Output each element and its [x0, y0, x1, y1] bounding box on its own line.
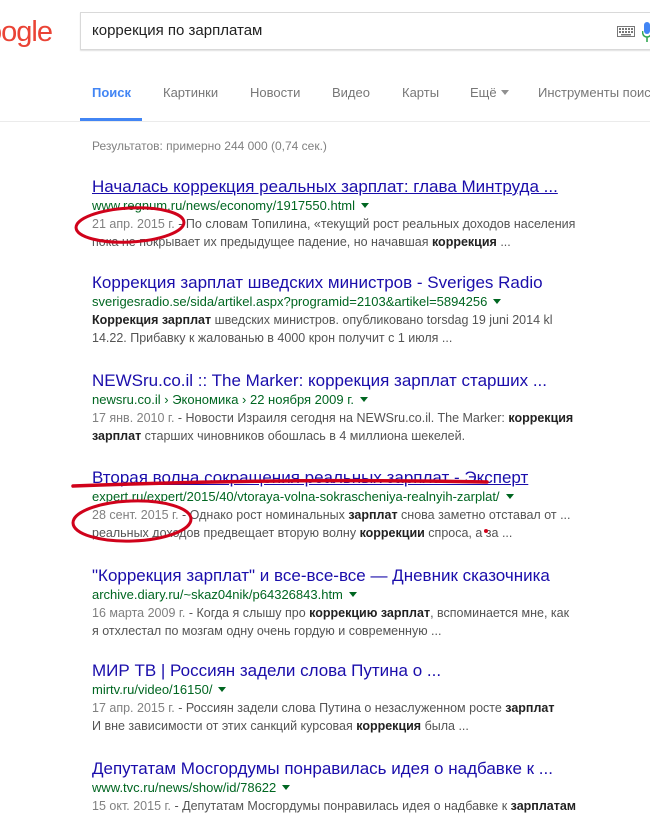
- result-snippet: 28 сент. 2015 г. - Однако рост номинальн…: [92, 506, 612, 542]
- search-tabs: Поиск Картинки Новости Видео Карты Ещё И…: [0, 62, 650, 122]
- tab-search[interactable]: Поиск: [92, 85, 131, 100]
- result-url-text: www.regnum.ru/news/economy/1917550.html: [92, 198, 356, 213]
- snippet-text: - По словам Топилина, «текущий рост реал…: [174, 217, 576, 231]
- snippet-highlight: зарплат: [92, 429, 142, 443]
- result-item: "Коррекция зарплат" и все-все-все — Днев…: [92, 566, 650, 640]
- snippet-text: снова заметно отставал от ...: [397, 508, 571, 522]
- snippet-highlight: зарплатам: [510, 799, 577, 813]
- result-title-link[interactable]: Началась коррекция реальных зарплат: гла…: [92, 177, 650, 197]
- result-date: 17 апр. 2015 г.: [92, 701, 175, 715]
- snippet-highlight: коррекция: [356, 719, 422, 733]
- snippet-highlight: коррекция: [508, 411, 574, 425]
- snippet-text: ...: [496, 235, 511, 249]
- logo-text: oogle: [0, 16, 53, 48]
- result-url: www.regnum.ru/news/economy/1917550.html: [92, 197, 650, 215]
- snippet-text: реальных доходов предвещает вторую волну: [92, 526, 360, 540]
- result-snippet: Коррекция зарплат шведских министров. оп…: [92, 311, 612, 347]
- active-tab-indicator: [80, 118, 142, 121]
- tab-tools[interactable]: Инструменты поис: [538, 85, 650, 100]
- result-date: 21 апр. 2015 г.: [92, 217, 175, 231]
- tab-news[interactable]: Новости: [250, 85, 300, 100]
- result-url-text: archive.diary.ru/~skaz04nik/p64326843.ht…: [92, 587, 343, 602]
- snippet-text: шведских министров. опубликовано torsdag…: [211, 313, 553, 327]
- header: oogle: [0, 0, 650, 62]
- result-url: newsru.co.il › Экономика › 22 ноября 200…: [92, 391, 650, 409]
- snippet-text: была ...: [421, 719, 469, 733]
- result-url: www.tvc.ru/news/show/id/78622: [92, 779, 650, 797]
- url-menu-caret-icon[interactable]: [361, 203, 370, 208]
- result-url: expert.ru/expert/2015/40/vtoraya-volna-s…: [92, 488, 650, 506]
- snippet-highlight: зарплат: [348, 508, 398, 522]
- result-title-link[interactable]: "Коррекция зарплат" и все-все-все — Днев…: [92, 566, 650, 586]
- result-url-text: www.tvc.ru/news/show/id/78622: [92, 780, 277, 795]
- result-url: sverigesradio.se/sida/artikel.aspx?progr…: [92, 293, 650, 311]
- result-snippet: 15 окт. 2015 г. - Депутатам Мосгордумы п…: [92, 797, 612, 815]
- snippet-text: - Новости Израиля сегодня на NEWSru.co.i…: [174, 411, 509, 425]
- snippet-text: старших чиновников обошлась в 4 миллиона…: [141, 429, 466, 443]
- result-title-link[interactable]: Коррекция зарплат шведских министров - S…: [92, 273, 650, 293]
- snippet-text: - Депутатам Мосгордумы понравилась идея …: [171, 799, 511, 813]
- result-snippet: 17 апр. 2015 г. - Россиян задели слова П…: [92, 699, 612, 735]
- result-item: Коррекция зарплат шведских министров - S…: [92, 273, 650, 347]
- url-menu-caret-icon[interactable]: [348, 592, 357, 597]
- result-snippet: 21 апр. 2015 г. - По словам Топилина, «т…: [92, 215, 612, 251]
- snippet-highlight: Коррекция зарплат: [92, 313, 212, 327]
- result-url: mirtv.ru/video/16150/: [92, 681, 650, 699]
- result-title-link[interactable]: NEWSru.co.il :: The Marker: коррекция за…: [92, 371, 650, 391]
- result-item: NEWSru.co.il :: The Marker: коррекция за…: [92, 371, 650, 445]
- result-item: Началась коррекция реальных зарплат: гла…: [92, 177, 650, 251]
- snippet-highlight: коррекцию зарплат: [309, 606, 431, 620]
- result-snippet: 16 марта 2009 г. - Когда я слышу про кор…: [92, 604, 612, 640]
- chevron-down-icon: [500, 90, 509, 95]
- snippet-highlight: коррекция: [431, 235, 497, 249]
- result-title-link[interactable]: Депутатам Мосгордумы понравилась идея о …: [92, 759, 650, 779]
- result-date: 15 окт. 2015 г.: [92, 799, 172, 813]
- result-date: 28 сент. 2015 г.: [92, 508, 179, 522]
- snippet-text: - Когда я слышу про: [185, 606, 310, 620]
- result-url-text: expert.ru/expert/2015/40/vtoraya-volna-s…: [92, 489, 500, 504]
- snippet-text: - Однако рост номинальных: [178, 508, 349, 522]
- result-title-link[interactable]: МИР ТВ | Россиян задели слова Путина о .…: [92, 661, 650, 681]
- result-item: МИР ТВ | Россиян задели слова Путина о .…: [92, 661, 650, 735]
- snippet-text: - Россиян задели слова Путина о незаслуж…: [174, 701, 506, 715]
- snippet-text: , вспоминается мне, как: [430, 606, 570, 620]
- google-logo[interactable]: oogle: [0, 16, 53, 48]
- result-date: 16 марта 2009 г.: [92, 606, 186, 620]
- url-menu-caret-icon[interactable]: [359, 397, 368, 402]
- result-item: Вторая волна сокращения реальных зарплат…: [92, 468, 650, 542]
- tab-maps[interactable]: Карты: [402, 85, 439, 100]
- tab-more-label: Ещё: [470, 85, 497, 100]
- result-date: 17 янв. 2010 г.: [92, 411, 175, 425]
- snippet-text: спроса, а за ...: [424, 526, 513, 540]
- result-title-link[interactable]: Вторая волна сокращения реальных зарплат…: [92, 468, 650, 488]
- search-input[interactable]: [92, 22, 602, 39]
- result-url-text: sverigesradio.se/sida/artikel.aspx?progr…: [92, 294, 488, 309]
- keyboard-icon[interactable]: [617, 26, 635, 37]
- result-item: Депутатам Мосгордумы понравилась идея о …: [92, 759, 650, 815]
- result-url-text: newsru.co.il: [92, 392, 161, 407]
- search-box[interactable]: [80, 12, 650, 50]
- breadcrumb[interactable]: Экономика: [172, 392, 238, 407]
- url-menu-caret-icon[interactable]: [282, 785, 291, 790]
- snippet-text: 14.22. Прибавку к жалованью в 4000 крон …: [92, 331, 453, 345]
- snippet-text: я отхлестал по мозгам одну очень гордую …: [92, 624, 442, 638]
- snippet-text: пока не покрывает их предыдущее падение,…: [92, 235, 432, 249]
- tab-video[interactable]: Видео: [332, 85, 370, 100]
- result-url-text: mirtv.ru/video/16150/: [92, 682, 213, 697]
- result-stats: Результатов: примерно 244 000 (0,74 сек.…: [92, 139, 327, 153]
- url-menu-caret-icon[interactable]: [218, 687, 227, 692]
- breadcrumb[interactable]: 22 ноября 2009 г.: [250, 392, 354, 407]
- snippet-highlight: зарплат: [505, 701, 555, 715]
- tab-images[interactable]: Картинки: [163, 85, 218, 100]
- snippet-highlight: коррекции: [359, 526, 425, 540]
- microphone-icon[interactable]: [642, 22, 650, 42]
- result-url: archive.diary.ru/~skaz04nik/p64326843.ht…: [92, 586, 650, 604]
- result-snippet: 17 янв. 2010 г. - Новости Израиля сегодн…: [92, 409, 612, 445]
- snippet-text: И вне зависимости от этих санкций курсов…: [92, 719, 357, 733]
- tab-more[interactable]: Ещё: [470, 85, 509, 100]
- url-menu-caret-icon[interactable]: [505, 494, 514, 499]
- url-menu-caret-icon[interactable]: [493, 299, 502, 304]
